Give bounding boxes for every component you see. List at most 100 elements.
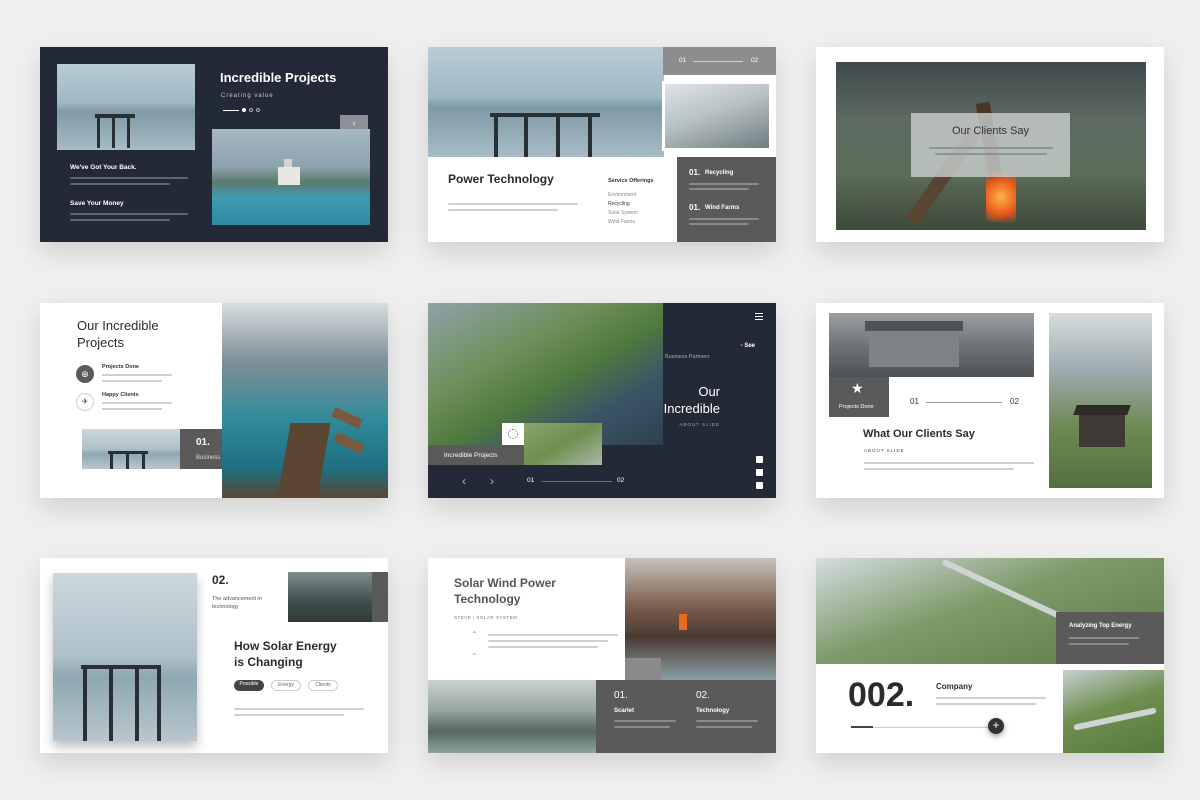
slide-subtitle: Creating value <box>221 93 274 99</box>
body-text <box>448 203 578 205</box>
box-number: 02. <box>696 690 710 701</box>
body-text <box>234 708 364 710</box>
pier-lake-photo <box>82 429 180 469</box>
body-text <box>864 468 1014 470</box>
counter-start: 01 <box>679 57 687 64</box>
body-text <box>234 714 344 716</box>
tag-possible[interactable]: Possible <box>234 680 264 691</box>
plus-icon[interactable]: + <box>988 718 1004 734</box>
winding-road-photo <box>1063 670 1164 753</box>
body-text <box>70 219 170 221</box>
menu-item[interactable]: Environment <box>608 192 636 199</box>
slide-title: Incredible Projects <box>220 70 337 85</box>
tag-label: Possible <box>239 681 259 687</box>
box-label: Scarlet <box>614 708 635 714</box>
stone-house-photo <box>829 313 1034 377</box>
body-text <box>929 147 1053 149</box>
pager-dot[interactable] <box>256 108 260 112</box>
menu-item[interactable]: Solar System <box>608 210 638 217</box>
pager-dot[interactable] <box>249 108 253 112</box>
slide-title: What Our Clients Say <box>863 428 975 440</box>
slide-title: Our Clients Say <box>951 125 1030 137</box>
tag-clients[interactable]: Clients <box>308 680 338 691</box>
slide-4[interactable]: Our Incredible Projects ⊕ Projects Done … <box>40 303 388 498</box>
section-heading: We've Got Your Back. <box>70 164 137 171</box>
body-text <box>488 646 598 648</box>
box-number: 01. <box>689 168 701 177</box>
chevron-down-icon[interactable]: ⌄ <box>471 648 478 657</box>
badge-label: Projects Done <box>839 404 874 410</box>
slide-title: Power Technology <box>448 172 554 186</box>
counter-start: 01 <box>910 397 919 406</box>
counter-start: 01 <box>527 477 535 484</box>
box-label: Technology <box>696 708 730 714</box>
menu-item[interactable]: Wind Farms <box>608 219 635 226</box>
body-text <box>70 213 188 215</box>
box-number: 01. <box>196 437 210 448</box>
box-label: Wind Farms <box>705 205 740 211</box>
body-text <box>102 402 172 404</box>
title-overlay: Our Clients Say <box>911 113 1070 177</box>
counter-line <box>926 402 1002 403</box>
body-text <box>614 720 676 722</box>
slide-title: How Solar Energy <box>234 639 337 653</box>
slide-1[interactable]: Incredible Projects Creating value › We'… <box>40 47 388 242</box>
twitter-icon[interactable] <box>756 456 763 463</box>
body-text <box>689 218 759 220</box>
slide-5[interactable]: - See Business Partners Our Incredible A… <box>428 303 776 498</box>
body-text <box>614 726 670 728</box>
body-text <box>102 380 162 382</box>
body-text <box>70 183 170 185</box>
tag-energy[interactable]: Energy <box>271 680 301 691</box>
slide-7[interactable]: 02. The advancement in technology How So… <box>40 558 388 753</box>
slide-9[interactable]: Analyzing Top Energy 002. Company + <box>816 558 1164 753</box>
mountain-lake-boats-photo <box>222 303 388 498</box>
slide-8[interactable]: Solar Wind Power Technology STEVE | SOLA… <box>428 558 776 753</box>
box-number: 01. <box>614 690 628 701</box>
box-title: Analyzing Top Energy <box>1069 623 1132 629</box>
body-text <box>864 462 1034 464</box>
company-label: Company <box>936 682 973 691</box>
body-text <box>935 153 1047 155</box>
menu-item[interactable]: Recycling <box>608 201 630 208</box>
list-item-title: Projects Done <box>102 364 139 370</box>
slide-3[interactable]: Our Clients Say <box>816 47 1164 242</box>
slide-title-line2: Projects <box>77 335 124 350</box>
slide-title: Our <box>698 384 720 399</box>
body-text <box>936 703 1036 705</box>
slide-2[interactable]: 01 02 Power Technology Service Offerings… <box>428 47 776 242</box>
counter-end: 02 <box>751 57 759 64</box>
tumblr-icon[interactable] <box>756 482 763 489</box>
winding-road-photo <box>524 423 602 465</box>
body-text <box>1069 637 1139 639</box>
body-text <box>689 188 749 190</box>
slide-title-line2: is Changing <box>234 655 303 669</box>
cta-bar[interactable]: Incredible Projects <box>428 445 524 465</box>
slide-6[interactable]: ★ Projects Done 01 02 What Our Clients S… <box>816 303 1164 498</box>
prev-arrow-button[interactable]: ‹ <box>462 474 466 489</box>
body-text <box>448 209 558 211</box>
body-text <box>488 634 618 636</box>
body-text <box>689 223 749 225</box>
progress-fill <box>851 726 873 728</box>
slide-title: Solar Wind Power <box>454 576 556 590</box>
tag-label: Energy <box>278 682 294 688</box>
cta-label[interactable]: Incredible Projects <box>444 452 497 459</box>
projects-done-badge: ★ Projects Done <box>829 377 889 417</box>
menu-icon[interactable] <box>755 313 763 320</box>
section-heading: Save Your Money <box>70 200 124 207</box>
counter-line <box>693 61 743 62</box>
see-label: - See <box>740 343 755 349</box>
fjord-photo <box>428 680 596 753</box>
next-arrow-button[interactable]: › <box>490 474 494 489</box>
share-icon[interactable] <box>756 469 763 476</box>
counter-end: 02 <box>1010 397 1019 406</box>
pine-forest-photo <box>288 572 388 622</box>
body-text <box>696 726 752 728</box>
counter-bar: 01 02 <box>663 47 776 75</box>
chevron-up-icon[interactable]: ⌃ <box>471 630 478 639</box>
pager-dot-active[interactable] <box>242 108 246 112</box>
about-label: ABOUT SLIDE <box>864 448 905 453</box>
about-label: ABOUT SLIDE <box>679 422 720 427</box>
slide-title: Our Incredible <box>77 318 159 333</box>
